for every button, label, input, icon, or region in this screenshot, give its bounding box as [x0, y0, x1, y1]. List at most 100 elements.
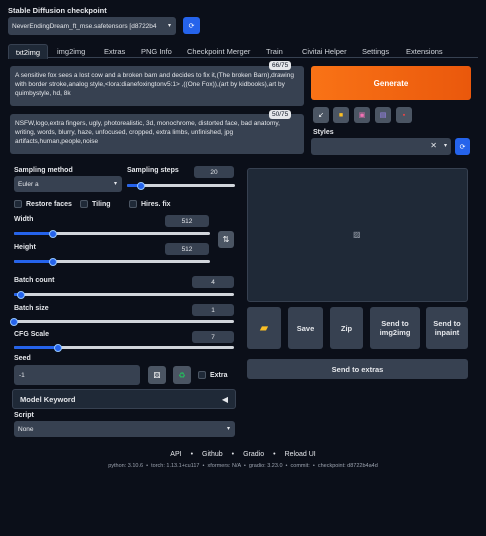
batch-size-slider[interactable] — [10, 317, 234, 326]
tab-extras[interactable]: Extras — [104, 47, 125, 56]
tab-txt2img[interactable]: txt2img — [8, 44, 48, 59]
chevron-down-icon: ▾ — [113, 181, 117, 187]
width-label: Width — [14, 216, 34, 223]
sampling-steps-slider[interactable] — [127, 181, 235, 190]
width-input[interactable]: 512 — [165, 215, 209, 227]
extra-networks-button[interactable]: ▣ — [354, 107, 370, 123]
footer-link-reload-ui[interactable]: Reload UI — [285, 451, 316, 458]
tab-img2img[interactable]: img2img — [57, 47, 85, 56]
seed-value: -1 — [19, 371, 25, 379]
width-knob[interactable] — [49, 229, 58, 238]
send-to-img2img-button[interactable]: Send to img2img — [370, 307, 420, 349]
seed-input[interactable]: -1 — [14, 365, 140, 385]
output-gallery: ▨ — [247, 168, 468, 302]
script-label: Script — [14, 412, 34, 419]
checkpoint-label: Stable Diffusion checkpoint — [8, 6, 107, 15]
checkbox-box[interactable] — [129, 200, 137, 208]
swap-icon: ⇅ — [222, 235, 230, 244]
batch-size-knob[interactable] — [10, 317, 18, 326]
apply-style-button[interactable]: ▤ — [375, 107, 391, 123]
generate-button[interactable]: Generate — [311, 66, 471, 100]
height-input[interactable]: 512 — [165, 243, 209, 255]
footer-separator: • — [190, 451, 194, 458]
footer-link-api[interactable]: API — [170, 451, 181, 458]
batch-size-label: Batch size — [14, 305, 49, 312]
footer-link-github[interactable]: Github — [202, 451, 223, 458]
width-fill — [14, 232, 54, 235]
negative-prompt-textarea[interactable]: NSFW,logo,extra fingers, ugly, photoreal… — [10, 114, 304, 154]
read-params-button[interactable]: ↙ — [313, 107, 329, 123]
model-keyword-accordion[interactable]: Model Keyword ◀ — [12, 389, 236, 409]
floppy-icon: ▪ — [402, 111, 406, 119]
sampling-method-select[interactable]: Euler a ▾ — [14, 176, 122, 192]
checkbox-box[interactable] — [198, 371, 206, 379]
dice-icon: ⚄ — [153, 370, 161, 380]
chevron-down-icon: ▾ — [226, 426, 230, 432]
restore-faces-checkbox[interactable]: Restore faces — [14, 200, 72, 208]
footer-link-gradio[interactable]: Gradio — [243, 451, 264, 458]
tab-checkpoint-merger[interactable]: Checkpoint Merger — [187, 47, 250, 56]
swap-dimensions-button[interactable]: ⇅ — [218, 231, 234, 248]
batch-count-slider[interactable] — [14, 290, 234, 299]
footer-separator: • — [231, 451, 235, 458]
height-knob[interactable] — [49, 257, 58, 266]
save-button[interactable]: Save — [288, 307, 323, 349]
version-info: python: 3.10.6 • torch: 1.13.1+cu117 • x… — [108, 463, 378, 469]
extra-label: Extra — [210, 371, 228, 379]
height-slider[interactable] — [14, 257, 210, 266]
tab-train[interactable]: Train — [266, 47, 283, 56]
script-select[interactable]: None ▾ — [14, 421, 235, 437]
cfg-scale-slider[interactable] — [14, 343, 234, 352]
batch-count-input[interactable]: 4 — [192, 276, 234, 288]
extra-seed-checkbox[interactable]: Extra — [198, 371, 228, 379]
picture-icon: ▣ — [358, 112, 366, 119]
footer-separator: • — [273, 451, 276, 458]
prompt-token-counter: 66/75 — [269, 61, 292, 70]
save-style-button[interactable]: ▪ — [396, 107, 412, 123]
footer-links: API • Github • Gradio • Reload UI — [0, 451, 486, 458]
open-folder-button[interactable]: ▰ — [247, 307, 281, 349]
send-to-inpaint-button[interactable]: Send to inpaint — [426, 307, 468, 349]
hires-fix-label: Hires. fix — [141, 200, 171, 208]
batch-count-label: Batch count — [14, 277, 55, 284]
cfg-scale-input[interactable]: 7 — [192, 331, 234, 343]
prompt-text: A sensitive fox sees a lost cow and a br… — [15, 72, 294, 97]
clear-icon[interactable]: ✕ — [430, 141, 437, 150]
batch-size-input[interactable]: 1 — [192, 304, 234, 316]
folder-icon: ▰ — [260, 322, 268, 334]
tab-civitai-helper[interactable]: Civitai Helper — [302, 47, 347, 56]
sampling-steps-knob[interactable] — [137, 181, 146, 190]
styles-label: Styles — [313, 129, 334, 136]
send-to-extras-button[interactable]: Send to extras — [247, 359, 468, 379]
refresh-icon: ⟳ — [188, 22, 195, 30]
tiling-label: Tiling — [92, 200, 111, 208]
tab-png-info[interactable]: PNG Info — [141, 47, 172, 56]
refresh-icon: ⟳ — [459, 143, 466, 151]
styles-select[interactable]: ✕ ▾ — [311, 138, 451, 155]
zip-button[interactable]: Zip — [330, 307, 363, 349]
batch-count-knob[interactable] — [16, 290, 25, 299]
checkpoint-select[interactable]: NeverEndingDream_ft_mse.safetensors [d87… — [8, 17, 176, 35]
checkbox-box[interactable] — [14, 200, 22, 208]
trash-button[interactable]: ■ — [333, 107, 349, 123]
trash-icon: ■ — [338, 111, 344, 119]
image-placeholder-icon: ▨ — [353, 230, 361, 239]
seed-label: Seed — [14, 355, 31, 362]
cfg-scale-knob[interactable] — [54, 343, 62, 352]
reuse-seed-button[interactable]: ♻ — [173, 366, 191, 384]
sampling-steps-label: Sampling steps — [127, 167, 179, 174]
tiling-checkbox[interactable]: Tiling — [80, 200, 111, 208]
height-fill — [14, 260, 54, 263]
tab-extensions[interactable]: Extensions — [406, 47, 443, 56]
hires-fix-checkbox[interactable]: Hires. fix — [129, 200, 171, 208]
tab-settings[interactable]: Settings — [362, 47, 389, 56]
refresh-checkpoint-button[interactable]: ⟳ — [183, 17, 200, 34]
sampling-steps-input[interactable]: 20 — [194, 166, 234, 178]
checkpoint-value: NeverEndingDream_ft_mse.safetensors [d87… — [12, 22, 157, 30]
prompt-textarea[interactable]: A sensitive fox sees a lost cow and a br… — [10, 66, 304, 106]
checkbox-box[interactable] — [80, 200, 88, 208]
refresh-styles-button[interactable]: ⟳ — [455, 138, 470, 155]
cfg-scale-label: CFG Scale — [14, 331, 50, 338]
random-seed-button[interactable]: ⚄ — [148, 366, 166, 384]
width-slider[interactable] — [14, 229, 210, 238]
